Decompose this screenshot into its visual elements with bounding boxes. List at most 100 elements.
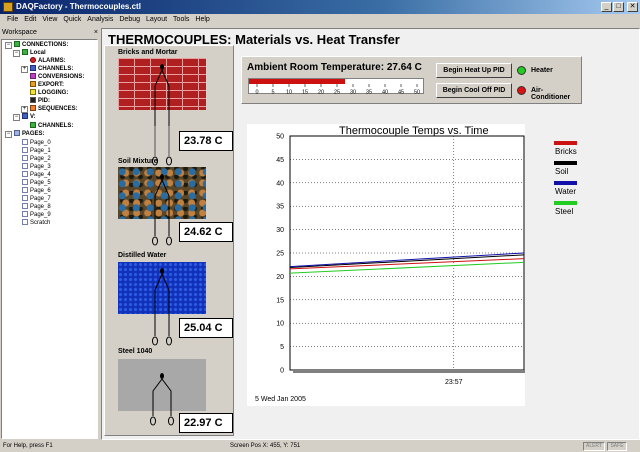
ambient-control-panel: Ambient Room Temperature: 27.64 C 0 5 10 15… bbox=[241, 56, 582, 104]
tree-node-alarms[interactable]: ALARMS: bbox=[30, 57, 66, 65]
gauge-tick-label: 25 bbox=[334, 90, 340, 96]
y-tick-label: 25 bbox=[276, 251, 284, 258]
heat-up-pid-button[interactable]: Begin Heat Up PID bbox=[436, 63, 512, 78]
tree-page-9[interactable]: Page_9 bbox=[22, 211, 51, 219]
tree-page-scratch[interactable]: Scratch bbox=[22, 219, 50, 227]
tree-page-8[interactable]: Page_8 bbox=[22, 203, 51, 211]
expand-icon[interactable]: + bbox=[21, 106, 28, 113]
window-buttons: _ □ ✕ bbox=[601, 2, 638, 12]
workspace-tree: − CONNECTIONS: − Local ALARMS: + CHANNEL… bbox=[1, 39, 98, 439]
status-screen-position: Screen Pos X: 455, Y: 751 bbox=[230, 443, 301, 449]
workspace-close-icon[interactable]: × bbox=[94, 28, 98, 38]
maximize-button[interactable]: □ bbox=[613, 2, 624, 12]
legend-label: Bricks bbox=[555, 147, 577, 156]
gauge-tick-label: 5 bbox=[271, 90, 274, 96]
tree-page-2[interactable]: Page_2 bbox=[22, 155, 51, 163]
page-icon bbox=[22, 147, 28, 153]
tree-page-6[interactable]: Page_6 bbox=[22, 187, 51, 195]
channel-icon bbox=[30, 122, 36, 128]
gauge-tick-label: 35 bbox=[366, 90, 372, 96]
gauge-tick-label: 30 bbox=[350, 90, 356, 96]
steel-temp-display: 22.97 C bbox=[179, 413, 233, 433]
tree-node-v[interactable]: V: bbox=[22, 113, 36, 121]
expand-icon[interactable]: + bbox=[21, 66, 28, 73]
tree-node-connections[interactable]: CONNECTIONS: bbox=[14, 41, 68, 49]
cool-off-pid-button[interactable]: Begin Cool Off PID bbox=[436, 83, 512, 98]
gauge-tick-label: 50 bbox=[414, 90, 420, 96]
y-tick-label: 0 bbox=[280, 368, 284, 375]
tree-page-0[interactable]: Page_0 bbox=[22, 139, 51, 147]
gauge-tick-label: 45 bbox=[398, 90, 404, 96]
menu-layout[interactable]: Layout bbox=[143, 14, 170, 26]
gauge-tick-label: 15 bbox=[302, 90, 308, 96]
page-icon bbox=[22, 203, 28, 209]
menu-analysis[interactable]: Analysis bbox=[84, 14, 116, 26]
tree-node-conversions[interactable]: CONVERSIONS: bbox=[30, 73, 84, 81]
materials-panel: Bricks and Mortar 23.78 C Soil Mixture 2… bbox=[104, 45, 234, 436]
collapse-icon[interactable]: − bbox=[13, 114, 20, 121]
status-alert: ALERT bbox=[583, 442, 605, 451]
steel-thermocouple-icon bbox=[150, 373, 174, 426]
gauge-tick-label: 10 bbox=[286, 90, 292, 96]
menu-help[interactable]: Help bbox=[192, 14, 212, 26]
gauge-tick-label: 20 bbox=[318, 90, 324, 96]
x-tick-label: 23:57 bbox=[445, 379, 463, 386]
temperature-chart[interactable]: Thermocouple Temps vs. Time 50 45 40 35 30 25… bbox=[247, 124, 525, 406]
alarm-icon bbox=[30, 57, 36, 63]
heater-label: Heater bbox=[531, 67, 553, 74]
pages-icon bbox=[14, 130, 20, 136]
menu-debug[interactable]: Debug bbox=[116, 14, 143, 26]
page-icon bbox=[22, 179, 28, 185]
connection-icon bbox=[22, 49, 28, 55]
workspace-panel: Workspace × − CONNECTIONS: − Local ALARM… bbox=[0, 28, 100, 440]
main-page: THERMOCOUPLES: Materials vs. Heat Transf… bbox=[101, 28, 640, 440]
tree-node-export[interactable]: EXPORT: bbox=[30, 81, 64, 89]
y-tick-label: 50 bbox=[276, 134, 284, 141]
ambient-temp-gauge: 0 5 10 15 20 25 30 35 40 45 50 bbox=[248, 78, 424, 96]
ambient-temp-value: 27.64 C bbox=[386, 62, 422, 73]
logging-icon bbox=[30, 89, 36, 95]
close-button[interactable]: ✕ bbox=[627, 2, 638, 12]
legend-swatch bbox=[554, 141, 577, 145]
tree-node-logging[interactable]: LOGGING: bbox=[30, 89, 68, 97]
tree-page-3[interactable]: Page_3 bbox=[22, 163, 51, 171]
variable-icon bbox=[22, 113, 28, 119]
tree-page-4[interactable]: Page_4 bbox=[22, 171, 51, 179]
y-tick-label: 40 bbox=[276, 180, 284, 187]
menu-edit[interactable]: Edit bbox=[21, 14, 39, 26]
tree-node-channels[interactable]: CHANNELS: bbox=[30, 65, 73, 73]
export-icon bbox=[30, 81, 36, 87]
tree-page-5[interactable]: Page_5 bbox=[22, 179, 51, 187]
gauge-tick-label: 40 bbox=[382, 90, 388, 96]
channel-icon bbox=[30, 65, 36, 71]
workspace-header: Workspace × bbox=[0, 28, 100, 39]
tree-page-7[interactable]: Page_7 bbox=[22, 195, 51, 203]
collapse-icon[interactable]: − bbox=[13, 50, 20, 57]
legend-label: Water bbox=[555, 187, 577, 196]
pid-icon bbox=[30, 97, 36, 103]
tree-node-local[interactable]: Local bbox=[22, 49, 46, 57]
sequence-icon bbox=[30, 105, 36, 111]
conversion-icon bbox=[30, 73, 36, 79]
gauge-scale: 0 5 10 15 20 25 30 35 40 45 50 bbox=[255, 84, 420, 96]
legend-label: Soil bbox=[555, 167, 569, 176]
menu-file[interactable]: File bbox=[4, 14, 21, 26]
menu-view[interactable]: View bbox=[39, 14, 60, 26]
page-icon bbox=[22, 195, 28, 201]
menu-tools[interactable]: Tools bbox=[170, 14, 192, 26]
collapse-icon[interactable]: − bbox=[5, 42, 12, 49]
tree-node-pages[interactable]: PAGES: bbox=[14, 130, 45, 138]
app-icon bbox=[3, 2, 13, 12]
y-tick-label: 45 bbox=[276, 157, 284, 164]
legend-swatch bbox=[554, 181, 577, 185]
tree-node-pid[interactable]: PID: bbox=[30, 97, 50, 105]
collapse-icon[interactable]: − bbox=[5, 131, 12, 138]
minimize-button[interactable]: _ bbox=[601, 2, 612, 12]
menu-quick[interactable]: Quick bbox=[60, 14, 84, 26]
tree-node-v-channels[interactable]: CHANNELS: bbox=[30, 122, 73, 130]
chart-date-label: 5 Wed Jan 2005 bbox=[255, 396, 306, 403]
plot-shadow bbox=[293, 370, 525, 373]
tree-node-sequences[interactable]: SEQUENCES: bbox=[30, 105, 78, 113]
legend-swatch bbox=[554, 201, 577, 205]
tree-page-1[interactable]: Page_1 bbox=[22, 147, 51, 155]
